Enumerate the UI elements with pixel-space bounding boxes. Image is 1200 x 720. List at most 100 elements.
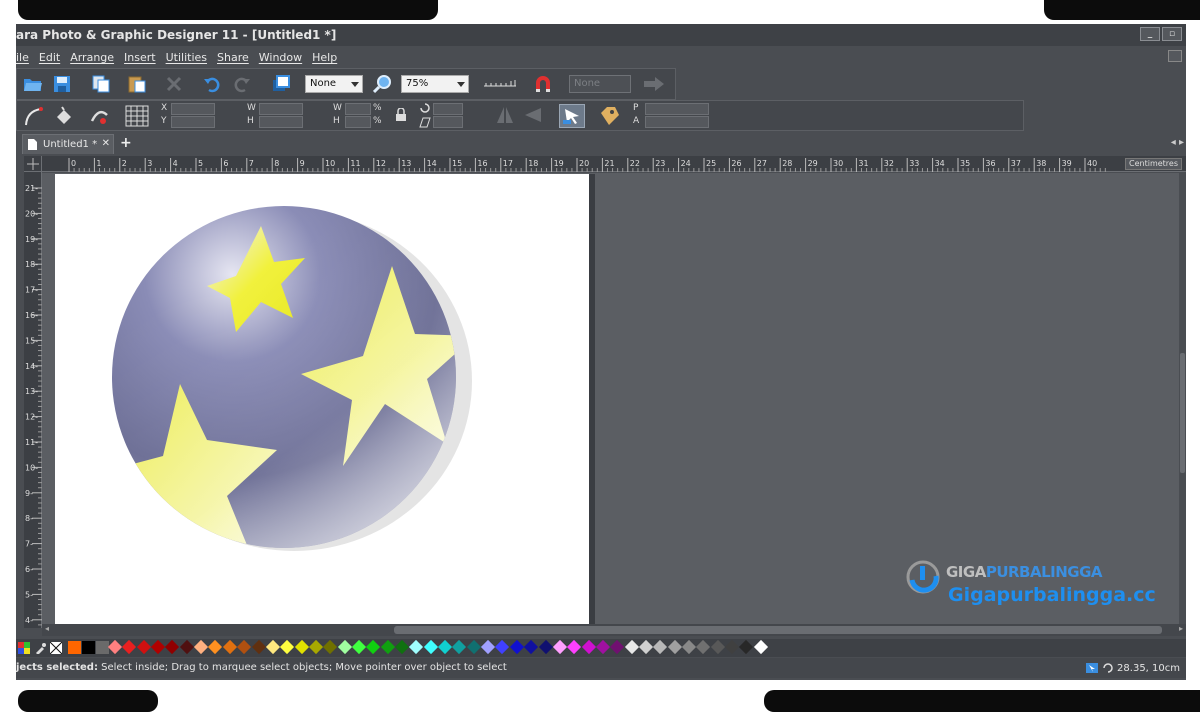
tab-untitled1[interactable]: Untitled1 * ✕	[22, 134, 114, 154]
palette-swatch[interactable]	[351, 639, 367, 655]
save-icon[interactable]	[53, 75, 71, 93]
copy-icon[interactable]	[91, 75, 111, 93]
flip-vertical-icon[interactable]	[523, 105, 543, 125]
palette-swatch[interactable]	[222, 639, 237, 655]
palette-swatch[interactable]	[237, 639, 252, 655]
grid-icon[interactable]	[125, 105, 149, 127]
flip-horizontal-icon[interactable]	[495, 105, 515, 125]
magnet-snap-icon[interactable]	[533, 75, 553, 93]
palette-swatch[interactable]	[495, 639, 510, 655]
vertical-ruler[interactable]: 21- 20- 19- 18- 17- 16- 15- 14- 13- 12- 11- 10- 9- 8-…	[24, 172, 42, 628]
ruler-units-icon[interactable]	[483, 77, 517, 91]
menu-share[interactable]: Share	[217, 51, 249, 66]
ruler-units-label[interactable]: Centimetres	[1125, 158, 1182, 170]
undo-icon[interactable]	[203, 75, 221, 93]
fill-select[interactable]: None	[305, 75, 363, 93]
palette-swatch[interactable]	[165, 639, 180, 655]
close-tab-icon[interactable]: ✕	[102, 138, 110, 149]
palette-swatch[interactable]	[739, 639, 754, 655]
palette-swatch[interactable]	[696, 639, 711, 655]
menu-insert[interactable]: Insert	[124, 51, 156, 66]
palette-swatch[interactable]	[136, 639, 151, 655]
palette-swatch[interactable]	[595, 639, 610, 655]
ruler-origin[interactable]	[24, 156, 42, 172]
x-field[interactable]	[171, 103, 215, 115]
document-page[interactable]	[55, 174, 589, 624]
bezier-tool-icon[interactable]	[23, 105, 45, 127]
palette-swatch[interactable]	[624, 639, 639, 655]
height-field[interactable]	[259, 116, 303, 128]
palette-swatch[interactable]	[452, 639, 467, 655]
palette-swatch[interactable]	[552, 639, 567, 655]
palette-swatch[interactable]	[82, 641, 95, 654]
palette-swatch[interactable]	[179, 639, 194, 655]
vertical-scrollbar[interactable]	[1179, 173, 1186, 624]
delete-icon[interactable]	[165, 75, 183, 93]
palette-swatch[interactable]	[366, 639, 381, 655]
scroll-right-icon[interactable]: ▸	[1179, 624, 1183, 633]
palette-swatch[interactable]	[122, 639, 137, 655]
canvas-area[interactable]	[42, 173, 1179, 657]
select-inside-button[interactable]	[559, 104, 585, 128]
palette-swatch[interactable]	[481, 639, 496, 655]
menu-help[interactable]: Help	[312, 51, 337, 66]
palette-swatch[interactable]	[653, 639, 668, 655]
rotate-icon[interactable]	[419, 102, 431, 114]
palette-swatch[interactable]	[524, 639, 539, 655]
p-field[interactable]	[645, 103, 709, 115]
palette-swatch[interactable]	[409, 639, 424, 655]
tab-scroll-arrows[interactable]: ◂ ▸	[1171, 137, 1184, 148]
vertical-scroll-thumb[interactable]	[1180, 353, 1185, 473]
arrow-right-icon[interactable]	[643, 76, 665, 92]
menu-window[interactable]: Window	[259, 51, 302, 66]
palette-swatch[interactable]	[581, 639, 596, 655]
palette-swatch[interactable]	[68, 641, 81, 654]
palette-swatch[interactable]	[280, 639, 295, 655]
pointer-mode-icon[interactable]	[1085, 662, 1099, 674]
horizontal-scroll-thumb[interactable]	[394, 626, 1162, 634]
add-tab-icon[interactable]: +	[120, 135, 132, 151]
restore-button[interactable]: ▫	[1162, 27, 1182, 41]
horizontal-ruler[interactable]: 0 1 2 3 4 5 6 7 8 9 10 11 12 13 14 15 16 17 18 19 20 21 22 23 24…	[42, 156, 1186, 172]
menu-utilities[interactable]: Utilities	[166, 51, 207, 66]
sphere-star-graphic[interactable]	[55, 174, 589, 624]
palette-swatch[interactable]	[265, 639, 280, 655]
scale-height-field[interactable]	[345, 116, 371, 128]
palette-swatch[interactable]	[294, 639, 309, 655]
palette-swatch[interactable]	[337, 639, 352, 655]
palette-swatch[interactable]	[610, 639, 625, 655]
color-editor-icon[interactable]	[18, 642, 30, 654]
palette-swatch[interactable]	[394, 639, 410, 655]
palette-swatch[interactable]	[208, 639, 223, 655]
palette-swatch[interactable]	[753, 639, 768, 655]
scroll-left-icon[interactable]: ◂	[45, 624, 49, 633]
menu-file[interactable]: ile	[16, 51, 29, 66]
palette-swatch[interactable]	[437, 639, 453, 655]
palette-swatch[interactable]	[710, 639, 725, 655]
fill-tool-icon[interactable]	[53, 105, 75, 127]
palette-swatch[interactable]	[509, 639, 524, 655]
palette-swatch[interactable]	[107, 639, 123, 655]
palette-swatch[interactable]	[96, 641, 109, 654]
palette-swatch[interactable]	[308, 639, 323, 655]
minimize-button[interactable]: _	[1140, 27, 1160, 41]
palette-swatch[interactable]	[323, 639, 338, 655]
palette-swatch[interactable]	[567, 639, 582, 655]
palette-swatch[interactable]	[380, 639, 395, 655]
scale-width-field[interactable]	[345, 103, 371, 115]
palette-swatch[interactable]	[194, 639, 209, 655]
palette-swatch[interactable]	[667, 639, 682, 655]
redo-icon[interactable]	[233, 75, 251, 93]
palette-swatch[interactable]	[466, 639, 481, 655]
palette-swatch[interactable]	[538, 639, 553, 655]
open-icon[interactable]	[23, 75, 43, 93]
no-color-icon[interactable]	[50, 642, 62, 654]
skew-icon[interactable]	[419, 116, 431, 128]
paste-icon[interactable]	[127, 75, 147, 93]
rotate-field[interactable]	[433, 103, 463, 115]
eyedropper-icon[interactable]	[34, 642, 46, 654]
bring-to-front-icon[interactable]	[271, 75, 291, 93]
refresh-icon[interactable]	[1102, 662, 1114, 674]
palette-swatch[interactable]	[251, 639, 266, 655]
document-minimize-button[interactable]	[1168, 50, 1182, 62]
